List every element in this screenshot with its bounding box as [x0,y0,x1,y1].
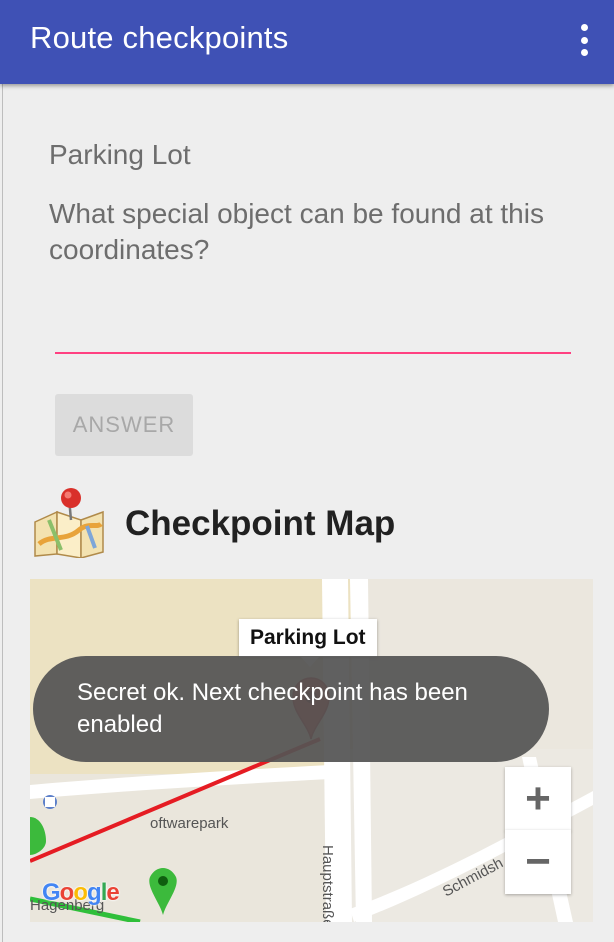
map-pin-icon [34,488,104,558]
hauptstrasse-label: Hauptstraße [319,845,336,922]
toast-text: Secret ok. Next checkpoint has been enab… [77,679,468,738]
app-bar: Route checkpoints [0,0,614,84]
checkpoint-content: Parking Lot What special object can be f… [2,84,614,942]
checkpoint-question: What special object can be found at this… [49,198,544,265]
answer-input[interactable] [55,304,571,354]
checkpoint-title: Parking Lot [49,139,191,170]
zoom-out-button[interactable]: − [505,830,571,894]
toast-message: Secret ok. Next checkpoint has been enab… [33,656,549,762]
google-logo: Google [42,879,120,906]
overflow-menu-icon[interactable] [574,24,594,56]
map-heading: Checkpoint Map [125,504,396,543]
answer-button[interactable]: ANSWER [55,394,193,456]
zoom-in-button[interactable]: + [505,767,571,831]
softwarepark-label: oftwarepark [150,815,229,832]
app-title: Route checkpoints [30,20,289,55]
marker-info-window[interactable]: Parking Lot [239,619,377,667]
